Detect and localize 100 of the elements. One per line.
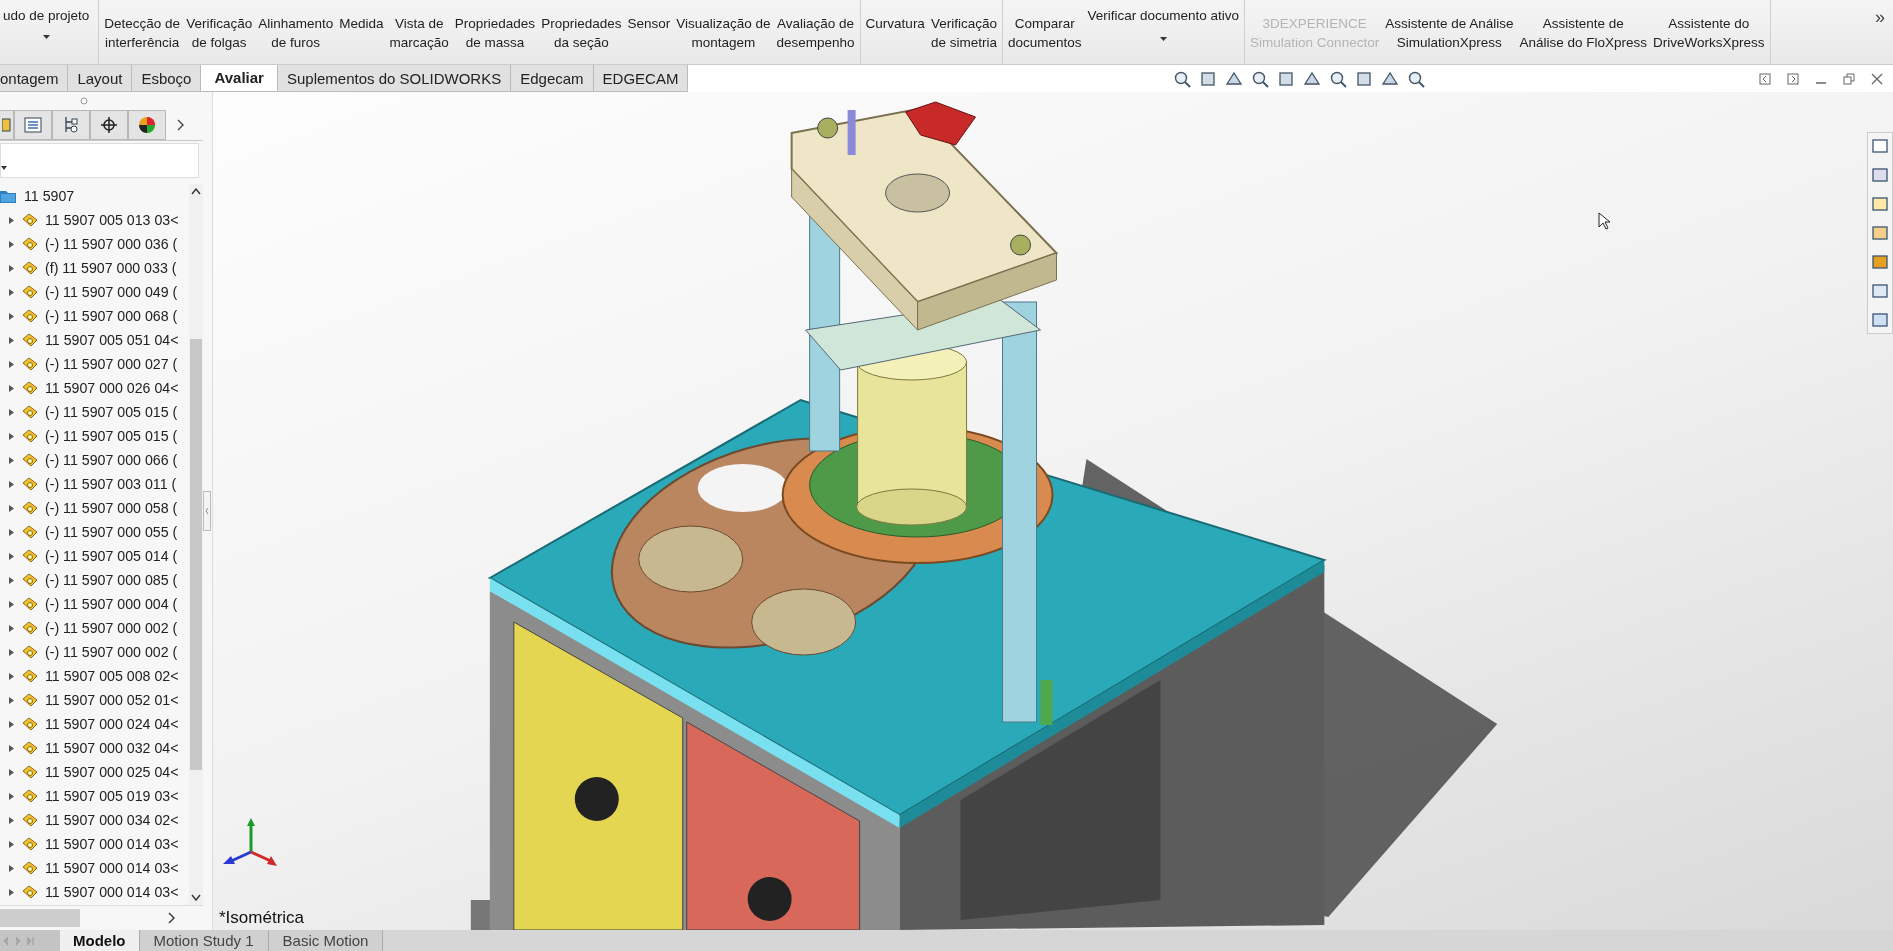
tree-item[interactable]: 11 5907 005 008 02< <box>45 668 179 684</box>
ribbon-command[interactable]: Medida <box>336 0 387 33</box>
tree-item[interactable]: (-) 11 5907 000 049 ( <box>45 284 178 300</box>
scroll-up-icon[interactable] <box>191 188 201 195</box>
tree-item[interactable]: (-) 11 5907 000 058 ( <box>45 500 178 516</box>
ribbon-command[interactable]: Vista de marcação <box>386 0 452 52</box>
scroll-down-icon[interactable] <box>191 894 201 901</box>
expand-arrow-icon[interactable] <box>8 792 15 800</box>
tree-item[interactable]: (-) 11 5907 005 014 ( <box>45 548 178 564</box>
expand-arrow-icon[interactable] <box>8 600 15 608</box>
ribbon-command[interactable]: Assistente do DriveWorksXpress <box>1650 0 1768 52</box>
expand-arrow-icon[interactable] <box>8 528 15 536</box>
ribbon-tab[interactable]: Avaliar <box>201 65 278 91</box>
tree-item[interactable]: 11 5907 000 014 03< <box>45 884 179 900</box>
ribbon-command[interactable]: Avaliação de desempenho <box>773 0 858 52</box>
tree-item[interactable]: (-) 11 5907 000 002 ( <box>45 620 178 636</box>
tree-item[interactable]: 11 5907 005 019 03< <box>45 788 179 804</box>
chevron-right-icon[interactable] <box>176 119 184 131</box>
tree-item[interactable]: 11 5907 000 026 04< <box>45 380 179 396</box>
ribbon-command[interactable]: Alinhamento de furos <box>255 0 337 52</box>
ribbon-command[interactable]: Propriedades de massa <box>451 0 539 52</box>
ribbon-tab[interactable]: Suplementos do SOLIDWORKS <box>277 65 512 91</box>
close-icon[interactable] <box>1871 72 1883 85</box>
tree-item[interactable]: (-) 11 5907 003 011 ( <box>45 476 177 492</box>
ribbon-tab[interactable]: ontagem <box>0 65 69 91</box>
expand-arrow-icon[interactable] <box>8 816 15 824</box>
more-commands-button[interactable]: » <box>1867 0 1893 64</box>
tree-item[interactable]: 11 5907 000 032 04< <box>45 740 179 756</box>
expand-arrow-icon[interactable] <box>8 768 15 776</box>
configuration-manager-tab[interactable] <box>52 110 90 140</box>
expand-arrow-icon[interactable] <box>8 408 15 416</box>
tree-item[interactable]: (-) 11 5907 005 015 ( <box>45 428 178 444</box>
tree-item[interactable]: 11 5907 000 025 04< <box>45 764 179 780</box>
tree-item[interactable]: 11 5907 000 034 02< <box>45 812 179 828</box>
expand-arrow-icon[interactable] <box>8 384 15 392</box>
ribbon-command[interactable]: Sensor <box>624 0 674 33</box>
tree-item[interactable]: (-) 11 5907 000 004 ( <box>45 596 178 612</box>
tree-item[interactable]: (f) 11 5907 000 033 ( <box>45 260 177 276</box>
ribbon-command[interactable]: Assistente de Análise SimulationXpress <box>1382 0 1517 52</box>
expand-arrow-icon[interactable] <box>8 504 15 512</box>
tree-item[interactable]: (-) 11 5907 000 055 ( <box>45 524 178 540</box>
expand-arrow-icon[interactable] <box>8 744 15 752</box>
dimxpert-tab[interactable] <box>90 110 128 140</box>
tree-item[interactable]: (-) 11 5907 000 002 ( <box>45 644 178 660</box>
tree-item[interactable]: (-) 11 5907 000 027 ( <box>45 356 178 372</box>
model-tab[interactable]: Modelo <box>60 930 140 951</box>
expand-arrow-icon[interactable] <box>8 240 15 248</box>
ribbon-tab[interactable]: EDGECAM <box>593 65 689 91</box>
tree-item[interactable]: (-) 11 5907 000 085 ( <box>45 572 178 588</box>
expand-arrow-icon[interactable] <box>8 864 15 872</box>
tree-item[interactable]: 11 5907 005 013 03< <box>45 212 179 228</box>
feature-manager-tab[interactable] <box>0 110 14 140</box>
expand-arrow-icon[interactable] <box>8 672 15 680</box>
expand-arrow-icon[interactable] <box>8 888 15 896</box>
ribbon-command[interactable]: Detecção de interferência <box>101 0 184 52</box>
ribbon-tab[interactable]: Layout <box>68 65 133 91</box>
ribbon-command[interactable]: Comparar documentos <box>1004 0 1085 52</box>
expand-arrow-icon[interactable] <box>8 720 15 728</box>
expand-arrow-icon[interactable] <box>8 696 15 704</box>
horizontal-scrollbar-thumb[interactable] <box>0 909 80 927</box>
ribbon-command[interactable]: Curvatura <box>862 0 928 33</box>
expand-arrow-icon[interactable] <box>8 648 15 656</box>
vertical-scrollbar[interactable] <box>189 184 203 905</box>
expand-arrow-icon[interactable] <box>8 336 15 344</box>
restore-icon[interactable] <box>1843 72 1855 85</box>
expand-arrow-icon[interactable] <box>8 264 15 272</box>
scroll-right-icon[interactable] <box>167 912 175 924</box>
ribbon-command[interactable]: Verificação de folgas <box>183 0 256 52</box>
splitter-grip-icon[interactable] <box>80 97 88 105</box>
tree-item[interactable]: (-) 11 5907 000 066 ( <box>45 452 178 468</box>
expand-arrow-icon[interactable] <box>8 288 15 296</box>
tree-item[interactable]: 11 5907 000 024 04< <box>45 716 179 732</box>
expand-arrow-icon[interactable] <box>8 624 15 632</box>
expand-arrow-icon[interactable] <box>8 312 15 320</box>
tree-item[interactable]: 11 5907 000 052 01< <box>45 692 179 708</box>
ribbon-command[interactable]: Verificar documento ativo <box>1084 0 1243 41</box>
tree-item[interactable]: 11 5907 005 051 04< <box>45 332 179 348</box>
tree-item[interactable]: (-) 11 5907 000 068 ( <box>45 308 178 324</box>
tree-item[interactable]: 11 5907 <box>24 188 75 204</box>
model-tab[interactable]: Basic Motion <box>268 930 384 951</box>
expand-arrow-icon[interactable] <box>8 840 15 848</box>
scrollbar-thumb[interactable] <box>190 339 202 770</box>
model-tab[interactable]: Motion Study 1 <box>139 930 269 951</box>
tree-item[interactable]: 11 5907 000 014 03< <box>45 836 179 852</box>
expand-arrow-icon[interactable] <box>8 432 15 440</box>
ribbon-tab[interactable]: Edgecam <box>511 65 594 91</box>
expand-arrow-icon[interactable] <box>8 216 15 224</box>
tree-item[interactable]: (-) 11 5907 000 036 ( <box>45 236 178 252</box>
display-manager-tab[interactable] <box>128 110 166 140</box>
splitter-handle-icon[interactable] <box>203 491 211 531</box>
expand-arrow-icon[interactable] <box>8 456 15 464</box>
tree-item[interactable]: 11 5907 000 014 03< <box>45 860 179 876</box>
expand-arrow-icon[interactable] <box>8 360 15 368</box>
tile-right-icon[interactable] <box>1787 72 1799 85</box>
tile-left-icon[interactable] <box>1759 72 1771 85</box>
expand-arrow-icon[interactable] <box>8 552 15 560</box>
expand-arrow-icon[interactable] <box>8 480 15 488</box>
ribbon-command[interactable]: Verificação de simetria <box>927 0 1000 52</box>
ribbon-tab[interactable]: Esboço <box>132 65 202 91</box>
ribbon-command[interactable]: Visualização de montagem <box>673 0 774 52</box>
